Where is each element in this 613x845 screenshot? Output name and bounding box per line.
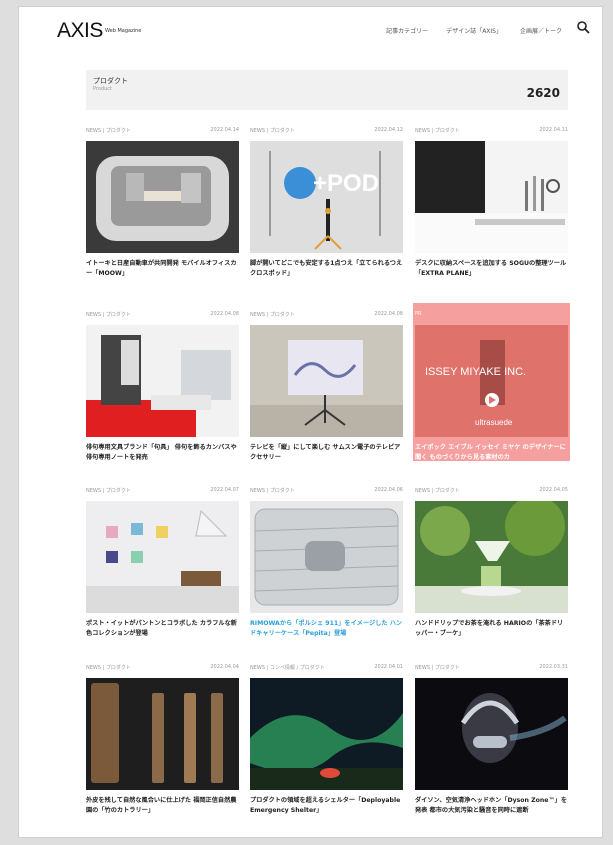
- site-logo[interactable]: AXIS: [57, 19, 103, 43]
- article-title[interactable]: イトーキと日産自動車が共同開発 モバイルオフィスカー「MOOW」: [86, 259, 239, 279]
- article-thumbnail[interactable]: [86, 678, 239, 790]
- article-title[interactable]: ダイソン、空気清浄ヘッドホン「Dyson Zone™」を発表 都市の大気汚染と騒…: [415, 796, 568, 816]
- category-subtitle: Product: [93, 86, 112, 92]
- article-title[interactable]: ハンドドリップでお茶を淹れる HARIOの「茶茶ドリッパー・ブーケ」: [415, 619, 568, 639]
- article-date: 2022.04.06: [374, 487, 403, 493]
- article-date: 2022.04.11: [539, 127, 568, 133]
- article-thumbnail[interactable]: [86, 325, 239, 437]
- article-date: 2022.04.14: [210, 127, 239, 133]
- article-category: NEWS | プロダクト: [86, 665, 131, 671]
- article-category: NEWS | プロダクト: [415, 128, 460, 134]
- article-title[interactable]: テレビを「縦」にして楽しむ サムスン電子のテレビアクセサリー: [250, 443, 403, 463]
- article-thumbnail[interactable]: [86, 501, 239, 613]
- article-thumbnail[interactable]: +POD: [250, 141, 403, 253]
- category-banner: プロダクト Product 2620: [86, 70, 568, 110]
- main-nav: 記事カテゴリー デザイン誌「AXIS」 企画展／トーク: [386, 26, 562, 35]
- article-category: PR: [415, 311, 422, 317]
- article-title[interactable]: デスクに収納スペースを追加する SOGUの整理ツール「EXTRA PLANE」: [415, 259, 568, 279]
- nav-item-exhibitions[interactable]: 企画展／トーク: [520, 26, 562, 35]
- article-date: 2022.04.08: [374, 311, 403, 317]
- page-frame: AXIS Web Magazine 記事カテゴリー デザイン誌「AXIS」 企画…: [18, 6, 603, 838]
- thumb-ultrasuede-text: ultrasuede: [475, 418, 513, 427]
- nav-item-magazine[interactable]: デザイン誌「AXIS」: [446, 26, 502, 35]
- article-title[interactable]: 脚が開いてどこでも安定する1点つえ「立てられるつえ クロスポッド」: [250, 259, 403, 279]
- article-title[interactable]: RIMOWAから「ポルシェ 911」をイメージした ハンドキャリーケース「Pep…: [250, 619, 403, 639]
- article-date: 2022.04.07: [210, 487, 239, 493]
- article-thumbnail[interactable]: [415, 141, 568, 253]
- article-date: 2022.04.04: [210, 664, 239, 670]
- article-category: NEWS | プロダクト: [86, 312, 131, 318]
- category-title: プロダクト: [93, 77, 128, 85]
- article-title[interactable]: 俳句専用文具ブランド「句具」 俳句を飾るカンバスや俳句専用ノートを発売: [86, 443, 239, 463]
- thumb-pod-text: +POD: [313, 170, 379, 197]
- article-category: NEWS | プロダクト: [86, 128, 131, 134]
- article-title[interactable]: 外皮を残して自然な風合いに仕上げた 福岡正信自然農園の「竹のカトラリー」: [86, 796, 239, 816]
- article-count: 2620: [526, 86, 560, 100]
- article-thumbnail[interactable]: [415, 501, 568, 613]
- logo-subtitle: Web Magazine: [105, 28, 142, 34]
- article-title[interactable]: ポスト・イットがパントンとコラボした カラフルな新色コレクションが登場: [86, 619, 239, 639]
- article-date: 2022.04.01: [374, 664, 403, 670]
- article-thumbnail[interactable]: [250, 678, 403, 790]
- search-icon[interactable]: [576, 20, 590, 34]
- article-date: 2022.03.31: [539, 664, 568, 670]
- site-header: AXIS Web Magazine 記事カテゴリー デザイン誌「AXIS」 企画…: [19, 7, 602, 53]
- article-category: NEWS | コンペ情報 / プロダクト: [250, 665, 325, 671]
- article-date: 2022.04.08: [210, 311, 239, 317]
- article-date: 2022.04.05: [539, 487, 568, 493]
- thumb-issey-text: ISSEY MIYAKE INC.: [425, 366, 526, 378]
- article-date: 2022.04.12: [374, 127, 403, 133]
- article-category: NEWS | プロダクト: [250, 312, 295, 318]
- article-thumbnail[interactable]: [250, 501, 403, 613]
- article-title[interactable]: プロダクトの領域を超えるシェルター「Deployable Emergency S…: [250, 796, 403, 816]
- article-thumbnail[interactable]: [86, 141, 239, 253]
- article-thumbnail[interactable]: [250, 325, 403, 437]
- article-thumbnail[interactable]: ISSEY MIYAKE INC. ultrasuede: [415, 325, 568, 437]
- article-category: NEWS | プロダクト: [415, 665, 460, 671]
- article-category: NEWS | プロダクト: [86, 488, 131, 494]
- article-category: NEWS | プロダクト: [250, 128, 295, 134]
- article-title[interactable]: エイポック エイブル イッセイ ミヤケ のデザイナーに聞く ものづくりから見る素…: [415, 443, 568, 463]
- nav-item-categories[interactable]: 記事カテゴリー: [386, 26, 428, 35]
- article-category: NEWS | プロダクト: [250, 488, 295, 494]
- article-category: NEWS | プロダクト: [415, 488, 460, 494]
- article-thumbnail[interactable]: [415, 678, 568, 790]
